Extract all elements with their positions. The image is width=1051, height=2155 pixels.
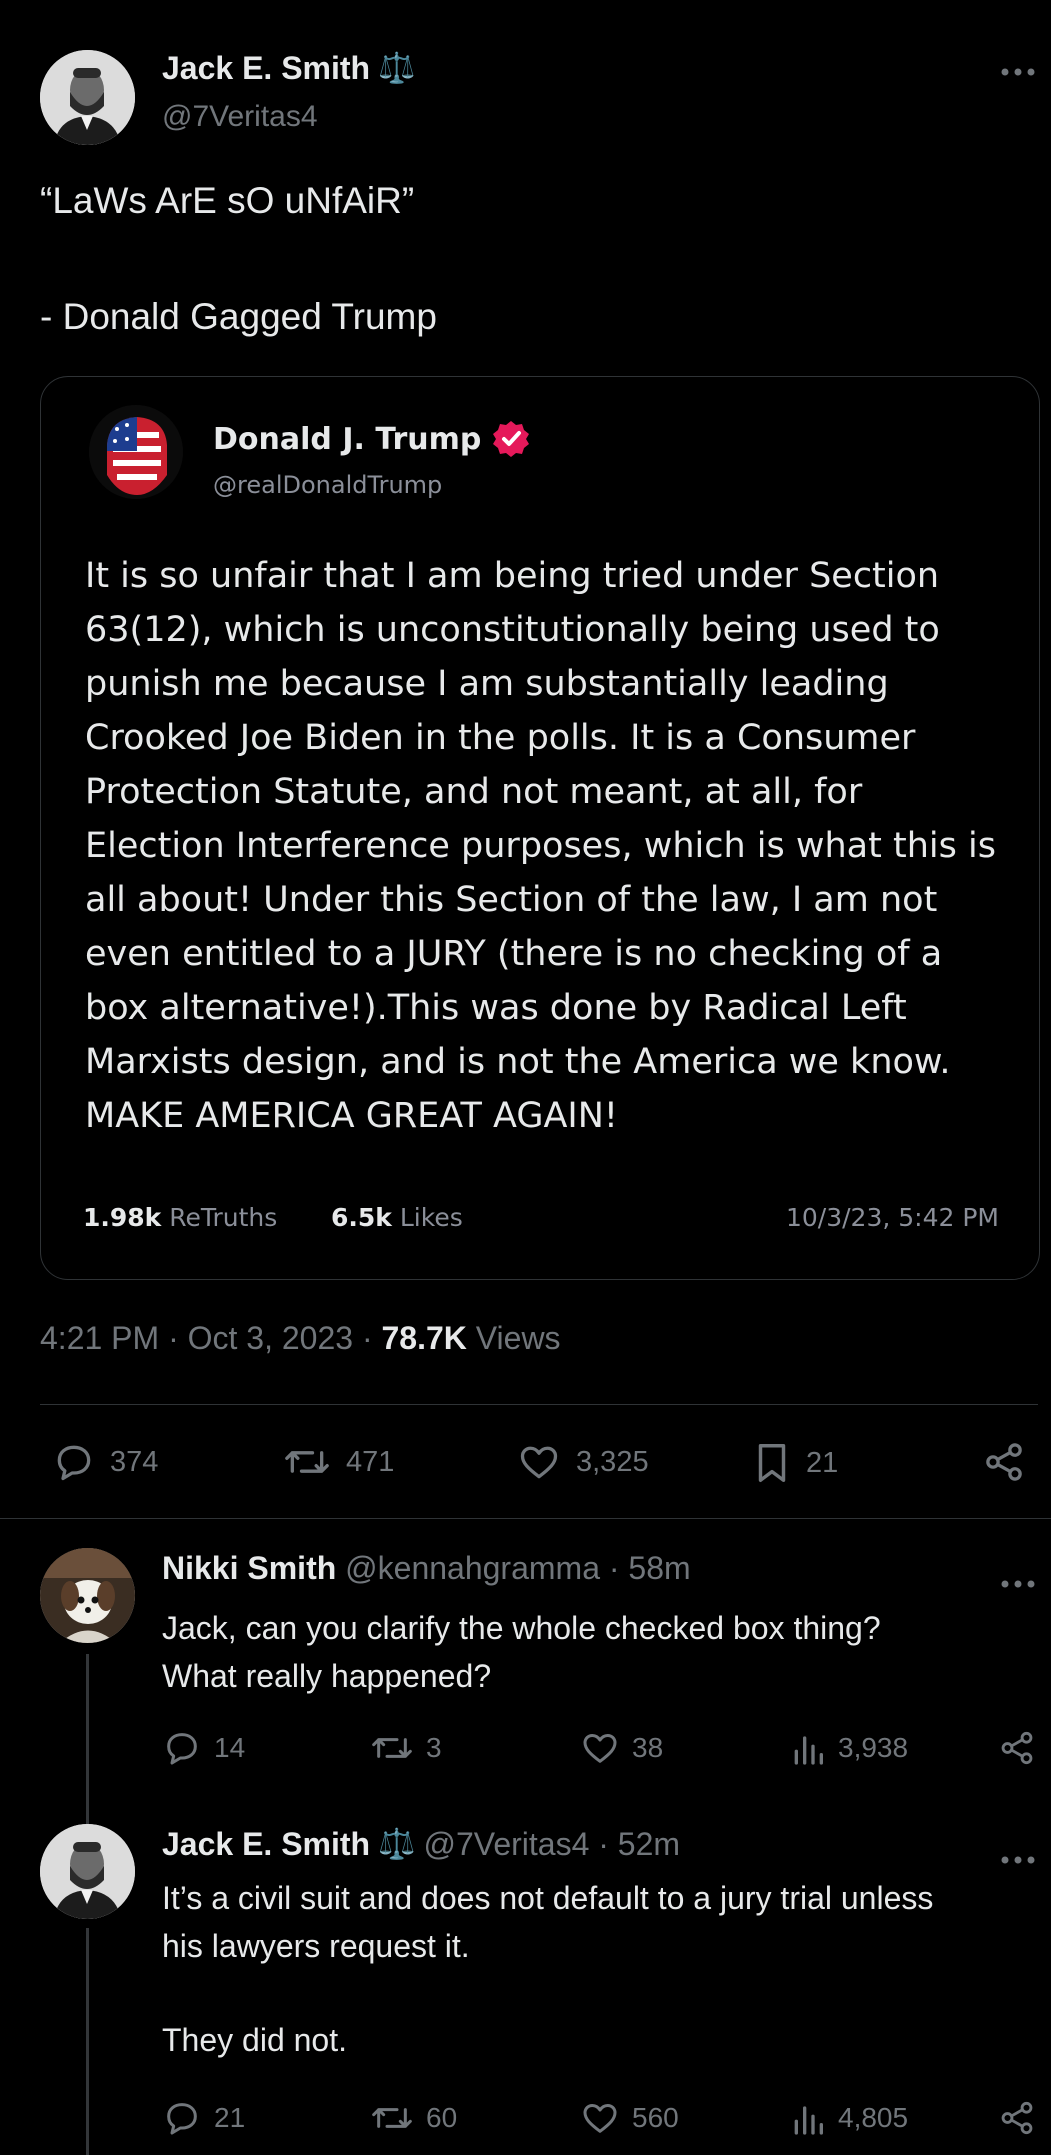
- reply-count: 21: [214, 2102, 246, 2133]
- retruths-stat: 1.98k ReTruths: [83, 1203, 277, 1232]
- views-count: 78.7K: [381, 1320, 467, 1356]
- like-count: 3,325: [576, 1445, 649, 1478]
- quoted-post-text: It is so unfair that I am being tried un…: [85, 556, 996, 1136]
- repost-button[interactable]: 3: [370, 1728, 442, 1768]
- retruths-label: ReTruths: [169, 1203, 278, 1232]
- divider: [40, 1404, 1038, 1405]
- author-handle[interactable]: @7Veritas4: [162, 100, 318, 134]
- reply-button[interactable]: 14: [162, 1728, 245, 1768]
- heart-icon: [580, 1728, 620, 1768]
- quoted-likes-count: 6.5k: [331, 1203, 392, 1232]
- views-icon: [790, 1728, 826, 1768]
- repost-icon: [370, 1728, 414, 1768]
- reply-author-name[interactable]: Nikki Smith: [162, 1550, 336, 1586]
- reply-text-line3: They did not.: [162, 2022, 347, 2058]
- repost-count: 3: [426, 1732, 442, 1763]
- quoted-author-name[interactable]: Donald J. Trump: [213, 422, 481, 457]
- quoted-post-date: 10/3/23, 5:42 PM: [785, 1203, 999, 1232]
- like-button[interactable]: 38: [580, 1728, 663, 1768]
- share-icon[interactable]: [998, 1728, 1036, 1768]
- thread-line: [86, 1654, 89, 1824]
- tweet-meta: 4:21 PM · Oct 3, 2023 · 78.7K Views: [40, 1320, 561, 1357]
- bookmark-icon: [752, 1440, 792, 1486]
- reply-text-line2: What really happened?: [162, 1658, 492, 1694]
- reply-avatar[interactable]: [40, 1548, 135, 1643]
- reply-text-line1: Jack, can you clarify the whole checked …: [162, 1610, 881, 1646]
- author-name[interactable]: Jack E. Smith: [162, 50, 370, 87]
- repost-count: 60: [426, 2102, 458, 2133]
- scales-emoji: ⚖️: [378, 1828, 416, 1861]
- quoted-likes-label: Likes: [399, 1203, 463, 1232]
- tweet-timestamp[interactable]: 4:21 PM · Oct 3, 2023 ·: [40, 1320, 381, 1356]
- scales-emoji: ⚖️: [378, 52, 416, 85]
- reply-avatar[interactable]: [40, 1824, 135, 1919]
- tweet-text-line2: - Donald Gagged Trump: [40, 296, 437, 337]
- reply-icon: [162, 1728, 202, 1768]
- like-count: 38: [632, 1732, 664, 1763]
- share-icon[interactable]: [982, 1440, 1026, 1484]
- more-icon[interactable]: [1000, 1840, 1036, 1874]
- quoted-author-handle[interactable]: @realDonaldTrump: [213, 471, 442, 499]
- reply-button[interactable]: 374: [52, 1440, 158, 1484]
- reply-icon: [162, 2098, 202, 2138]
- views-button[interactable]: 4,805: [790, 2098, 908, 2138]
- quoted-likes-stat: 6.5k Likes: [331, 1203, 463, 1232]
- quoted-author-avatar[interactable]: [89, 405, 183, 499]
- heart-icon: [516, 1440, 562, 1484]
- like-count: 560: [632, 2102, 679, 2133]
- author-avatar[interactable]: [40, 50, 135, 145]
- reply-count: 14: [214, 1732, 246, 1763]
- bookmark-count: 21: [806, 1446, 839, 1479]
- heart-icon: [580, 2098, 620, 2138]
- reply-author-handle[interactable]: @kennahgramma · 58m: [345, 1550, 691, 1586]
- repost-icon: [370, 2098, 414, 2138]
- repost-button[interactable]: 471: [282, 1440, 394, 1484]
- views-count: 3,938: [838, 1732, 909, 1763]
- quoted-post-card[interactable]: Donald J. Trump @realDonaldTrump It is s…: [40, 376, 1040, 1280]
- like-button[interactable]: 560: [580, 2098, 679, 2138]
- reply-text: It’s a civil suit and does not default t…: [162, 1874, 933, 2064]
- like-button[interactable]: 3,325: [516, 1440, 649, 1484]
- repost-icon: [282, 1440, 332, 1484]
- views-count: 4,805: [838, 2102, 909, 2133]
- reply-count: 374: [110, 1445, 159, 1478]
- reply-text-line1: It’s a civil suit and does not default t…: [162, 1880, 934, 1916]
- more-icon[interactable]: [1000, 1564, 1036, 1598]
- share-icon[interactable]: [998, 2098, 1036, 2138]
- thread-line: [86, 1928, 89, 2155]
- verified-badge-icon: [491, 419, 531, 459]
- reply-text: Jack, can you clarify the whole checked …: [162, 1604, 881, 1700]
- bookmark-button[interactable]: 21: [752, 1440, 838, 1486]
- reply-icon: [52, 1440, 96, 1484]
- views-label: Views: [466, 1320, 561, 1356]
- reply-text-line2: his lawyers request it.: [162, 1928, 470, 1964]
- reply-button[interactable]: 21: [162, 2098, 245, 2138]
- repost-count: 471: [346, 1445, 395, 1478]
- retruths-count: 1.98k: [83, 1203, 162, 1232]
- views-icon: [790, 2098, 826, 2138]
- tweet-text-line1: “LaWs ArE sO uNfAiR”: [40, 180, 415, 221]
- reply-author-name[interactable]: Jack E. Smith: [162, 1826, 370, 1863]
- repost-button[interactable]: 60: [370, 2098, 457, 2138]
- reply-author-handle[interactable]: @7Veritas4 · 52m: [423, 1826, 680, 1863]
- more-icon[interactable]: [1000, 52, 1036, 86]
- views-button[interactable]: 3,938: [790, 1728, 908, 1768]
- divider: [0, 1518, 1051, 1519]
